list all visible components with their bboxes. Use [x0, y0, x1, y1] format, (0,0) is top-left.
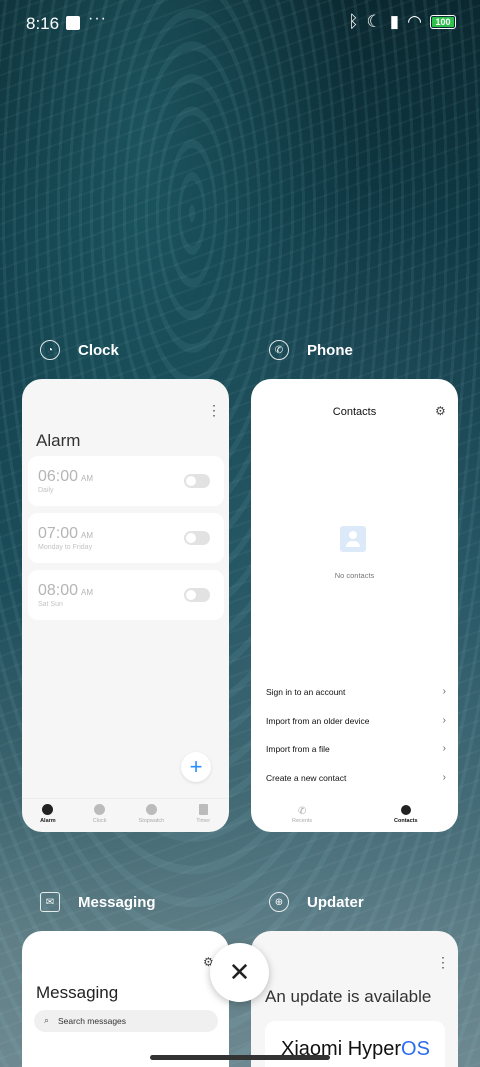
status-time: 8:16 — [26, 14, 60, 33]
search-icon: ⌕ — [44, 1015, 50, 1025]
sign-in-account-item[interactable]: Sign in to an account › — [266, 686, 446, 697]
status-bar: 8:16 ··· ᛒ ☾ ▮ ◠ 100 — [0, 0, 480, 46]
notification-square-icon — [66, 16, 80, 30]
no-contacts-text: No contacts — [334, 571, 375, 580]
import-older-device-item[interactable]: Import from an older device › — [266, 715, 446, 726]
phone-app-name: Phone — [307, 341, 353, 359]
contacts-title: Contacts — [332, 406, 377, 418]
battery-indicator: 100 — [430, 15, 456, 29]
settings-gear-icon[interactable]: ⚙ — [435, 404, 446, 418]
alarm-title: Alarm — [36, 431, 81, 450]
alarm-item[interactable]: 06:00 AM Daily — [28, 456, 224, 506]
wifi-icon: ◠ — [407, 12, 422, 31]
import-file-item[interactable]: Import from a file › — [266, 743, 446, 754]
updater-app-name: Updater — [307, 893, 364, 911]
search-input[interactable]: ⌕ Search messages — [34, 1010, 218, 1032]
clock-app-header[interactable]: ◔ Clock — [40, 340, 119, 360]
phone-app-header[interactable]: ✆ Phone — [269, 340, 353, 360]
clock-menu-icon[interactable]: ⋮ — [207, 403, 221, 417]
tab-recents[interactable]: Recents — [292, 818, 312, 824]
messaging-app-name: Messaging — [78, 893, 156, 911]
clock-bottom-nav: Alarm Clock Stopwatch Timer — [22, 798, 229, 832]
chevron-right-icon: › — [442, 743, 446, 754]
alarm-icon — [42, 804, 54, 815]
recents-icon[interactable]: ✆ — [298, 806, 306, 817]
update-banner[interactable]: Xiaomi HyperOS — [265, 1021, 445, 1067]
alarm-toggle[interactable] — [184, 588, 210, 602]
tab-contacts[interactable]: Contacts — [394, 818, 418, 824]
messaging-app-header[interactable]: ✉ Messaging — [40, 892, 156, 912]
bluetooth-icon: ᛒ — [348, 12, 359, 31]
create-contact-item[interactable]: Create a new contact › — [266, 772, 446, 783]
messaging-app-icon: ✉ — [40, 892, 60, 912]
chevron-right-icon: › — [442, 772, 446, 783]
close-all-button[interactable]: ✕ — [210, 943, 269, 1002]
update-available-title: An update is available — [265, 987, 432, 1006]
alarm-item[interactable]: 07:00 AM Monday to Friday — [28, 513, 224, 563]
stopwatch-icon — [145, 804, 157, 815]
messaging-title: Messaging — [36, 983, 119, 1002]
clock-icon — [94, 804, 106, 815]
phone-app-icon: ✆ — [269, 340, 289, 360]
updater-app-icon: ⊕ — [269, 892, 289, 912]
tab-timer[interactable]: Timer — [177, 799, 229, 832]
phone-bottom-nav: ✆ Recents Contacts — [251, 802, 458, 832]
hourglass-icon — [198, 804, 208, 815]
tab-clock[interactable]: Clock — [74, 799, 126, 832]
chevron-right-icon: › — [442, 686, 446, 697]
contacts-icon[interactable] — [401, 805, 411, 815]
updater-app-card[interactable]: ⋮ An update is available Xiaomi HyperOS — [251, 931, 458, 1067]
phone-app-card[interactable]: Contacts ⚙ No contacts Sign in to an acc… — [251, 379, 458, 832]
moon-icon: ☾ — [366, 12, 382, 31]
clock-app-icon: ◔ — [40, 340, 60, 360]
signal-icon: ▮ — [389, 12, 400, 31]
more-notifications-icon: ··· — [88, 10, 107, 27]
alarm-toggle[interactable] — [184, 531, 210, 545]
updater-app-header[interactable]: ⊕ Updater — [269, 892, 364, 912]
alarm-item[interactable]: 08:00 AM Sat Sun — [28, 570, 224, 620]
empty-contacts-icon — [340, 526, 366, 552]
chevron-right-icon: › — [442, 715, 446, 726]
messaging-app-card[interactable]: ⚙ Messaging ⌕ Search messages — [22, 931, 229, 1067]
updater-menu-icon[interactable]: ⋮ — [436, 955, 450, 969]
alarm-toggle[interactable] — [184, 474, 210, 488]
gesture-handle[interactable] — [150, 1055, 330, 1060]
clock-app-name: Clock — [78, 341, 119, 359]
clock-app-card[interactable]: ⋮ Alarm 06:00 AM Daily 07:00 AM Monday to … — [22, 379, 229, 832]
tab-alarm[interactable]: Alarm — [22, 799, 74, 832]
tab-stopwatch[interactable]: Stopwatch — [126, 799, 178, 832]
add-alarm-button[interactable]: + — [181, 752, 211, 782]
